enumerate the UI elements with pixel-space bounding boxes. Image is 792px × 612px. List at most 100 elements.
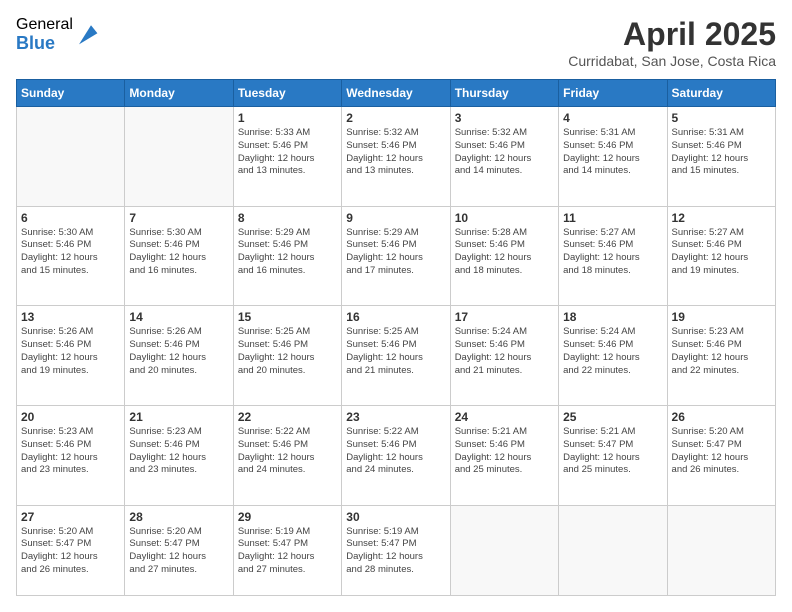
weekday-header-thursday: Thursday (450, 80, 558, 107)
calendar-cell: 14 Sunrise: 5:26 AM Sunset: 5:46 PM Dayli… (125, 306, 233, 406)
day-detail: Sunrise: 5:21 AM Sunset: 5:47 PM Dayligh… (563, 426, 662, 477)
day-number: 7 (129, 211, 228, 225)
day-number: 29 (238, 510, 337, 524)
day-detail: Sunrise: 5:27 AM Sunset: 5:46 PM Dayligh… (672, 227, 771, 278)
day-number: 14 (129, 310, 228, 324)
calendar-cell: 8 Sunrise: 5:29 AM Sunset: 5:46 PM Daylig… (233, 206, 341, 306)
logo-general: General (16, 16, 73, 34)
calendar-cell (125, 107, 233, 207)
day-detail: Sunrise: 5:19 AM Sunset: 5:47 PM Dayligh… (346, 526, 445, 577)
calendar-cell: 2Sunrise: 5:32 AM Sunset: 5:46 PM Daylig… (342, 107, 450, 207)
weekday-header-saturday: Saturday (667, 80, 775, 107)
weekday-header-row: SundayMondayTuesdayWednesdayThursdayFrid… (17, 80, 776, 107)
day-number: 10 (455, 211, 554, 225)
day-detail: Sunrise: 5:23 AM Sunset: 5:46 PM Dayligh… (672, 326, 771, 377)
calendar-cell: 30 Sunrise: 5:19 AM Sunset: 5:47 PM Dayli… (342, 505, 450, 595)
day-number: 12 (672, 211, 771, 225)
day-detail: Sunrise: 5:19 AM Sunset: 5:47 PM Dayligh… (238, 526, 337, 577)
day-number: 17 (455, 310, 554, 324)
header: General Blue April 2025 Curridabat, San … (16, 16, 776, 69)
day-number: 8 (238, 211, 337, 225)
day-number: 27 (21, 510, 120, 524)
logo-icon (75, 22, 99, 46)
day-detail: Sunrise: 5:23 AM Sunset: 5:46 PM Dayligh… (129, 426, 228, 477)
weekday-header-wednesday: Wednesday (342, 80, 450, 107)
day-detail: Sunrise: 5:20 AM Sunset: 5:47 PM Dayligh… (21, 526, 120, 577)
day-number: 4 (563, 111, 662, 125)
day-number: 2 (346, 111, 445, 125)
day-detail: Sunrise: 5:31 AM Sunset: 5:46 PM Dayligh… (563, 127, 662, 178)
calendar-cell: 26Sunrise: 5:20 AM Sunset: 5:47 PM Dayli… (667, 405, 775, 505)
weekday-header-sunday: Sunday (17, 80, 125, 107)
week-row-4: 20 Sunrise: 5:23 AM Sunset: 5:46 PM Dayli… (17, 405, 776, 505)
day-number: 19 (672, 310, 771, 324)
day-detail: Sunrise: 5:28 AM Sunset: 5:46 PM Dayligh… (455, 227, 554, 278)
calendar-cell: 16Sunrise: 5:25 AM Sunset: 5:46 PM Dayli… (342, 306, 450, 406)
day-detail: Sunrise: 5:25 AM Sunset: 5:46 PM Dayligh… (238, 326, 337, 377)
day-number: 6 (21, 211, 120, 225)
week-row-5: 27 Sunrise: 5:20 AM Sunset: 5:47 PM Dayli… (17, 505, 776, 595)
calendar-cell (17, 107, 125, 207)
month-title: April 2025 (568, 16, 776, 53)
calendar-cell (667, 505, 775, 595)
weekday-header-friday: Friday (559, 80, 667, 107)
calendar-cell: 29 Sunrise: 5:19 AM Sunset: 5:47 PM Dayli… (233, 505, 341, 595)
week-row-1: 1Sunrise: 5:33 AM Sunset: 5:46 PM Daylig… (17, 107, 776, 207)
calendar-cell: 21Sunrise: 5:23 AM Sunset: 5:46 PM Dayli… (125, 405, 233, 505)
calendar-cell (450, 505, 558, 595)
day-detail: Sunrise: 5:20 AM Sunset: 5:47 PM Dayligh… (672, 426, 771, 477)
logo-text: General Blue (16, 16, 73, 53)
week-row-2: 6 Sunrise: 5:30 AM Sunset: 5:46 PM Daylig… (17, 206, 776, 306)
weekday-header-tuesday: Tuesday (233, 80, 341, 107)
calendar-cell: 11 Sunrise: 5:27 AM Sunset: 5:46 PM Dayli… (559, 206, 667, 306)
calendar-cell: 6 Sunrise: 5:30 AM Sunset: 5:46 PM Daylig… (17, 206, 125, 306)
day-number: 9 (346, 211, 445, 225)
day-number: 24 (455, 410, 554, 424)
day-number: 11 (563, 211, 662, 225)
day-number: 25 (563, 410, 662, 424)
day-detail: Sunrise: 5:26 AM Sunset: 5:46 PM Dayligh… (129, 326, 228, 377)
day-detail: Sunrise: 5:20 AM Sunset: 5:47 PM Dayligh… (129, 526, 228, 577)
calendar-cell: 22 Sunrise: 5:22 AM Sunset: 5:46 PM Dayli… (233, 405, 341, 505)
calendar-cell: 23 Sunrise: 5:22 AM Sunset: 5:46 PM Dayli… (342, 405, 450, 505)
day-detail: Sunrise: 5:31 AM Sunset: 5:46 PM Dayligh… (672, 127, 771, 178)
calendar-cell (559, 505, 667, 595)
day-detail: Sunrise: 5:22 AM Sunset: 5:46 PM Dayligh… (346, 426, 445, 477)
day-detail: Sunrise: 5:29 AM Sunset: 5:46 PM Dayligh… (346, 227, 445, 278)
day-number: 15 (238, 310, 337, 324)
day-detail: Sunrise: 5:29 AM Sunset: 5:46 PM Dayligh… (238, 227, 337, 278)
calendar-cell: 25 Sunrise: 5:21 AM Sunset: 5:47 PM Dayli… (559, 405, 667, 505)
day-detail: Sunrise: 5:25 AM Sunset: 5:46 PM Dayligh… (346, 326, 445, 377)
calendar-cell: 27 Sunrise: 5:20 AM Sunset: 5:47 PM Dayli… (17, 505, 125, 595)
day-number: 22 (238, 410, 337, 424)
logo: General Blue (16, 16, 99, 53)
calendar-cell: 17 Sunrise: 5:24 AM Sunset: 5:46 PM Dayli… (450, 306, 558, 406)
day-detail: Sunrise: 5:30 AM Sunset: 5:46 PM Dayligh… (129, 227, 228, 278)
day-detail: Sunrise: 5:30 AM Sunset: 5:46 PM Dayligh… (21, 227, 120, 278)
title-block: April 2025 Curridabat, San Jose, Costa R… (568, 16, 776, 69)
day-detail: Sunrise: 5:24 AM Sunset: 5:46 PM Dayligh… (563, 326, 662, 377)
calendar-cell: 28 Sunrise: 5:20 AM Sunset: 5:47 PM Dayli… (125, 505, 233, 595)
calendar-cell: 3 Sunrise: 5:32 AM Sunset: 5:46 PM Daylig… (450, 107, 558, 207)
calendar-cell: 9 Sunrise: 5:29 AM Sunset: 5:46 PM Daylig… (342, 206, 450, 306)
day-detail: Sunrise: 5:27 AM Sunset: 5:46 PM Dayligh… (563, 227, 662, 278)
day-number: 3 (455, 111, 554, 125)
day-number: 18 (563, 310, 662, 324)
day-number: 23 (346, 410, 445, 424)
calendar-cell: 5Sunrise: 5:31 AM Sunset: 5:46 PM Daylig… (667, 107, 775, 207)
calendar-cell: 12 Sunrise: 5:27 AM Sunset: 5:46 PM Dayli… (667, 206, 775, 306)
day-detail: Sunrise: 5:32 AM Sunset: 5:46 PM Dayligh… (455, 127, 554, 178)
day-number: 20 (21, 410, 120, 424)
day-detail: Sunrise: 5:24 AM Sunset: 5:46 PM Dayligh… (455, 326, 554, 377)
calendar-table: SundayMondayTuesdayWednesdayThursdayFrid… (16, 79, 776, 596)
calendar-cell: 19 Sunrise: 5:23 AM Sunset: 5:46 PM Dayli… (667, 306, 775, 406)
calendar-cell: 18 Sunrise: 5:24 AM Sunset: 5:46 PM Dayli… (559, 306, 667, 406)
calendar-cell: 24Sunrise: 5:21 AM Sunset: 5:46 PM Dayli… (450, 405, 558, 505)
day-number: 13 (21, 310, 120, 324)
day-number: 30 (346, 510, 445, 524)
location-subtitle: Curridabat, San Jose, Costa Rica (568, 53, 776, 69)
day-detail: Sunrise: 5:22 AM Sunset: 5:46 PM Dayligh… (238, 426, 337, 477)
calendar-cell: 7 Sunrise: 5:30 AM Sunset: 5:46 PM Daylig… (125, 206, 233, 306)
weekday-header-monday: Monday (125, 80, 233, 107)
day-number: 28 (129, 510, 228, 524)
